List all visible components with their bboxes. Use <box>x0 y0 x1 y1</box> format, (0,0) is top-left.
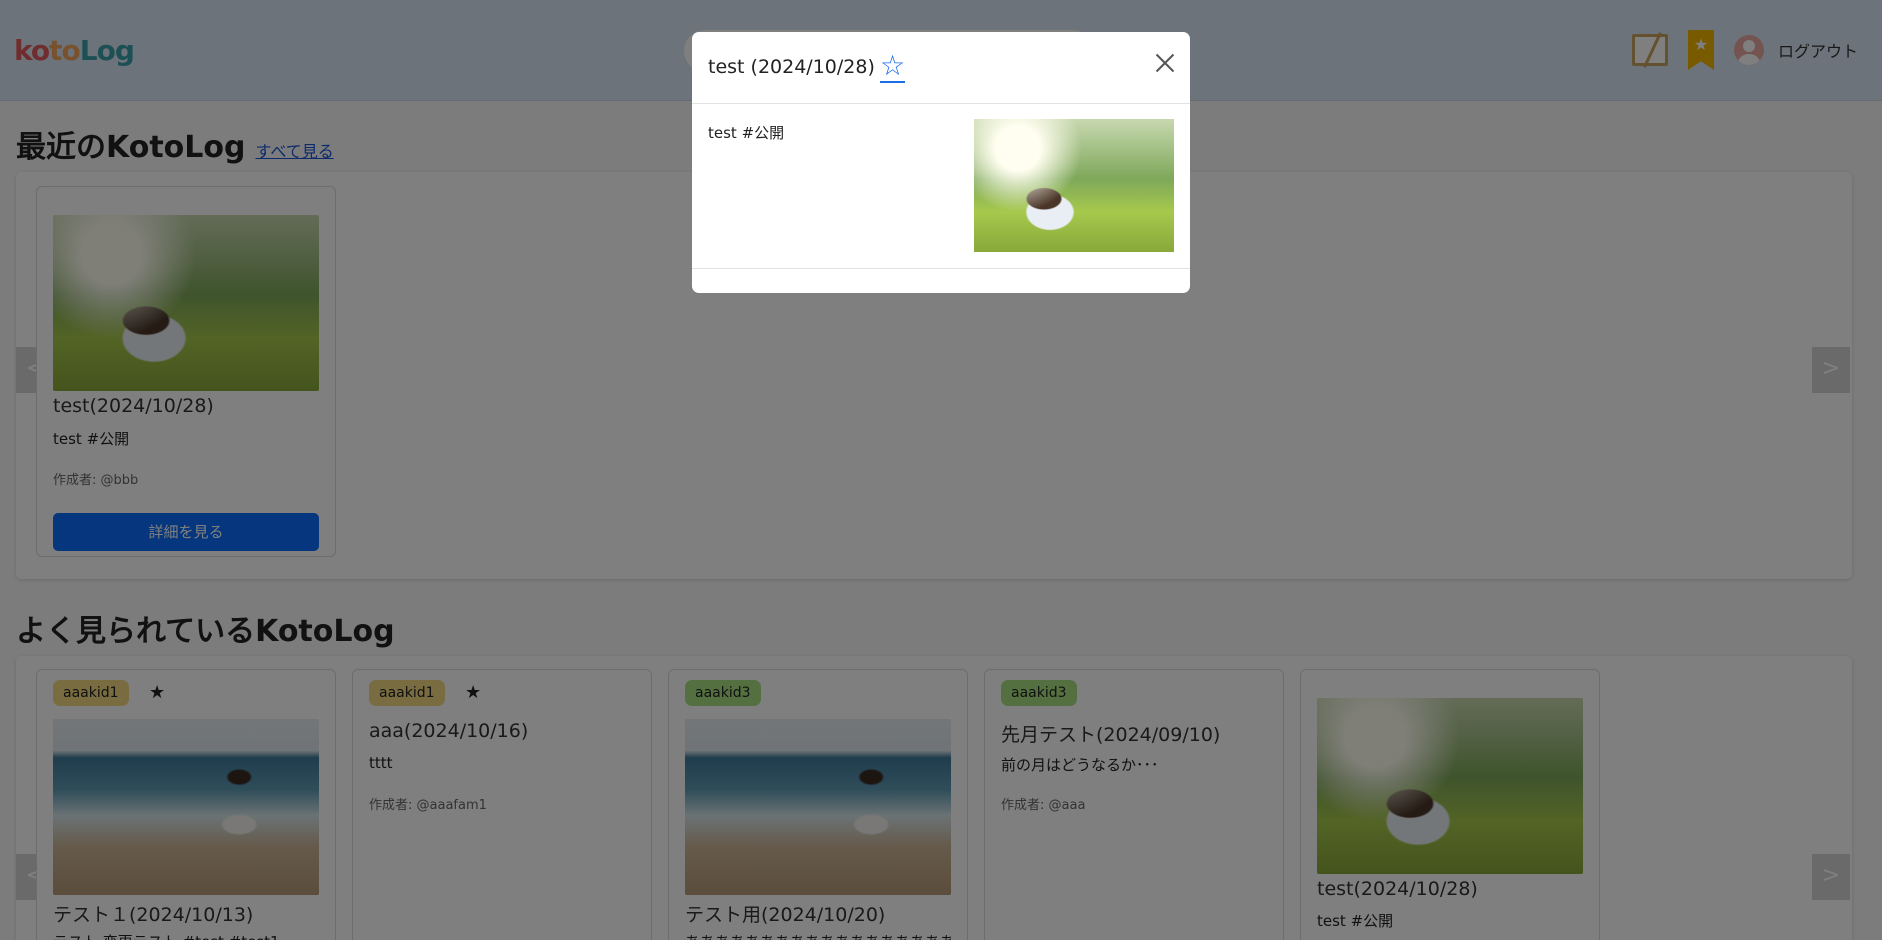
favorite-star-icon[interactable]: ☆ <box>880 51 906 83</box>
modal-title: test (2024/10/28) <box>708 56 875 78</box>
close-icon[interactable] <box>1152 50 1178 76</box>
modal-footer <box>692 268 1190 269</box>
kotolog-detail-modal: test (2024/10/28) ☆ test #公開 <box>692 32 1190 293</box>
modal-body-text: test #公開 <box>708 124 785 142</box>
modal-photo <box>974 119 1174 252</box>
modal-header: test (2024/10/28) ☆ <box>692 32 1190 104</box>
